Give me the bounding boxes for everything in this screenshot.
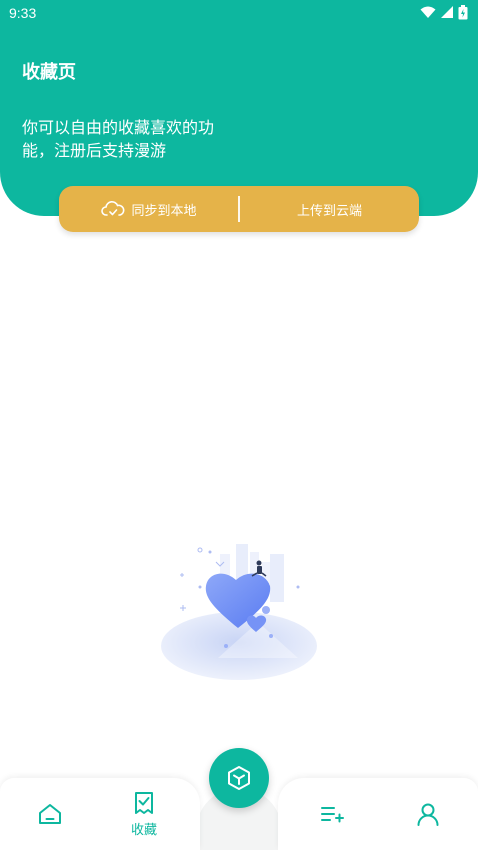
center-fab-button[interactable] [209,748,269,808]
nav-item-profile[interactable] [398,778,458,850]
page-title: 收藏页 [22,62,76,83]
bottom-nav-right [278,778,478,850]
page-description: 你可以自由的收藏喜欢的功能，注册后支持漫游 [22,118,215,160]
playlist-add-icon [321,807,344,823]
upload-to-cloud-button[interactable]: 上传到云端 [240,186,419,232]
nav-item-favorites[interactable]: 收藏 [114,778,174,850]
sync-to-local-label: 同步到本地 [131,203,197,219]
nav-item-home[interactable] [20,778,80,850]
favorites-icon [135,791,153,814]
battery-icon [458,5,468,20]
status-icons [420,5,468,20]
home-icon [39,804,61,824]
nav-label-favorites: 收藏 [130,822,157,838]
cloud-sync-icon [101,201,125,216]
heart-city-illustration [161,544,317,680]
bottom-nav-left: 收藏 [0,778,200,850]
status-bar: 9:33 [0,0,478,26]
user-icon [417,803,439,826]
wifi-icon [420,6,436,18]
signal-icon [441,6,453,18]
sync-to-local-button[interactable]: 同步到本地 [59,186,239,232]
status-time: 9:33 [9,5,37,21]
upload-to-cloud-label: 上传到云端 [296,203,362,219]
sync-bar: 同步到本地 上传到云端 [59,186,419,232]
nav-item-playlist[interactable] [302,778,362,850]
cube-icon [228,766,250,790]
